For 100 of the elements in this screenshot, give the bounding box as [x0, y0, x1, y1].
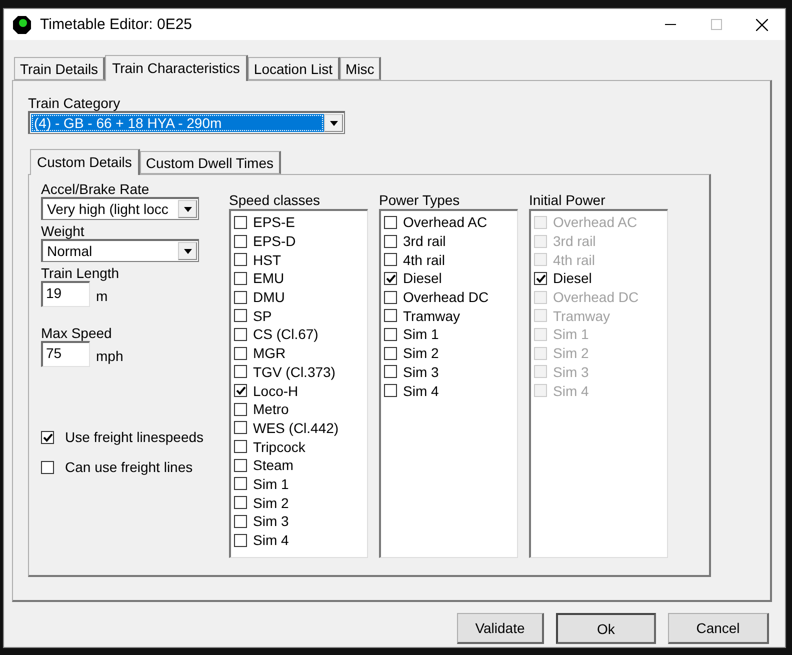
checkbox-label: CS (Cl.67) — [253, 326, 318, 342]
checkbox[interactable] — [384, 328, 397, 341]
tab[interactable]: Location List — [248, 57, 340, 80]
caret-icon — [184, 206, 192, 212]
tab[interactable]: Misc — [340, 57, 382, 80]
caret-icon — [184, 248, 192, 254]
checkbox[interactable] — [234, 384, 247, 398]
checkbox-label: 3rd rail — [403, 233, 446, 250]
window-title: Timetable Editor: 0E25 — [40, 16, 194, 33]
checkmark-icon — [236, 386, 246, 396]
checkbox-label: Sim 1 — [403, 326, 439, 342]
checkbox-label: Use freight linespeeds — [65, 429, 204, 445]
field-label: Max Speed — [41, 325, 113, 341]
checkbox-label: Sim 4 — [403, 382, 439, 399]
checkbox[interactable] — [234, 216, 247, 229]
checkbox-label: Overhead DC — [403, 289, 489, 306]
checkbox[interactable] — [384, 216, 397, 229]
checkbox[interactable] — [384, 253, 397, 266]
unit-label: mph — [96, 347, 124, 364]
checkbox-label: Loco-H — [253, 382, 298, 399]
checkbox[interactable] — [234, 290, 247, 304]
checkbox[interactable] — [234, 440, 247, 454]
checkbox[interactable] — [234, 534, 247, 547]
list-title: Speed classes — [229, 192, 322, 208]
list-title: Initial Power — [529, 192, 606, 208]
checkbox[interactable] — [384, 272, 397, 285]
checkbox[interactable] — [384, 234, 397, 248]
checkbox[interactable] — [384, 365, 397, 378]
checkbox-label: Sim 3 — [403, 364, 439, 380]
checkmark-icon — [536, 274, 546, 283]
checkbox-label: Tramway — [403, 308, 460, 324]
checkbox-label: Sim 3 — [553, 364, 589, 380]
checkbox[interactable] — [234, 234, 247, 248]
checkbox-label: Diesel — [403, 270, 442, 286]
field-label: Weight — [41, 223, 86, 239]
checkbox-label: WES (Cl.442) — [253, 420, 339, 436]
checkbox[interactable] — [234, 365, 247, 378]
checkbox-label: EPS-D — [253, 233, 296, 250]
checkbox-label: Metro — [253, 401, 289, 418]
checkbox[interactable] — [234, 458, 247, 472]
checkbox-label: Tripcock — [253, 438, 306, 455]
checkbox-label: Sim 1 — [553, 326, 589, 342]
checkbox-label: MGR — [253, 345, 286, 362]
app-icon — [12, 14, 32, 34]
checkbox-label: SP — [253, 308, 272, 324]
length-field[interactable]: 19 — [41, 281, 90, 307]
checkbox-label: Overhead AC — [403, 214, 488, 230]
tab[interactable]: Custom Details — [30, 149, 140, 175]
checkbox[interactable] — [384, 346, 397, 360]
tab[interactable]: Train Characteristics — [105, 55, 248, 81]
caret-icon — [330, 120, 338, 126]
checkbox[interactable] — [384, 309, 397, 322]
dialog-button[interactable]: Cancel — [668, 613, 769, 644]
checkbox-label: Steam — [253, 457, 294, 474]
checkbox[interactable] — [534, 272, 547, 285]
field-label: Train Category — [28, 95, 122, 111]
unit-label: m — [96, 287, 108, 304]
checkbox[interactable] — [41, 460, 54, 474]
dialog-button[interactable]: Ok — [556, 613, 656, 644]
tab[interactable]: Train Details — [14, 57, 106, 80]
tab[interactable]: Custom Dwell Times — [140, 151, 281, 174]
accel-brake-dropdown[interactable]: Very high (light locc — [41, 197, 199, 220]
checkbox-label: 4th rail — [403, 252, 446, 268]
checkbox-label: Overhead DC — [553, 289, 639, 306]
checkbox-label: Diesel — [553, 270, 592, 286]
checkmark-icon — [42, 432, 52, 442]
checkbox-label: Sim 1 — [253, 476, 289, 492]
checkbox-label: Sim 4 — [253, 532, 289, 548]
speed-field[interactable]: 75 — [41, 341, 90, 367]
checkbox[interactable] — [234, 253, 247, 266]
dialog-button[interactable]: Validate — [457, 613, 544, 644]
list-title: Power Types — [379, 192, 461, 208]
checkbox-label: HST — [253, 252, 281, 268]
checkbox[interactable] — [234, 272, 247, 285]
checkbox-label: Sim 2 — [253, 494, 289, 511]
checkbox-label: 3rd rail — [553, 233, 596, 250]
checkbox-label: Can use freight lines — [65, 459, 193, 475]
weight-dropdown[interactable]: Normal — [41, 239, 199, 262]
checkbox[interactable] — [234, 477, 247, 490]
checkbox-label: TGV (Cl.373) — [253, 364, 336, 380]
checkbox[interactable] — [234, 402, 247, 416]
checkbox-label: Sim 2 — [403, 345, 439, 362]
checkbox[interactable] — [234, 421, 247, 434]
checkbox-label: Sim 3 — [253, 513, 289, 530]
field-label: Accel/Brake Rate — [41, 181, 150, 197]
train-category-dropdown[interactable]: (4) - GB - 66 + 18 HYA - 290m — [28, 111, 345, 134]
checkbox[interactable] — [384, 290, 397, 304]
checkbox-label: Sim 2 — [553, 345, 589, 362]
checkbox[interactable] — [234, 309, 247, 322]
field-label: Train Length — [41, 265, 120, 281]
checkbox[interactable] — [234, 328, 247, 341]
checkbox-label: Overhead AC — [553, 214, 638, 230]
checkbox[interactable] — [234, 496, 247, 510]
checkmark-icon — [386, 274, 396, 283]
checkbox[interactable] — [384, 384, 397, 398]
checkbox-label: 4th rail — [553, 252, 596, 268]
checkbox[interactable] — [41, 430, 54, 444]
checkbox-label: DMU — [253, 289, 285, 306]
checkbox[interactable] — [234, 514, 247, 528]
checkbox[interactable] — [234, 346, 247, 360]
